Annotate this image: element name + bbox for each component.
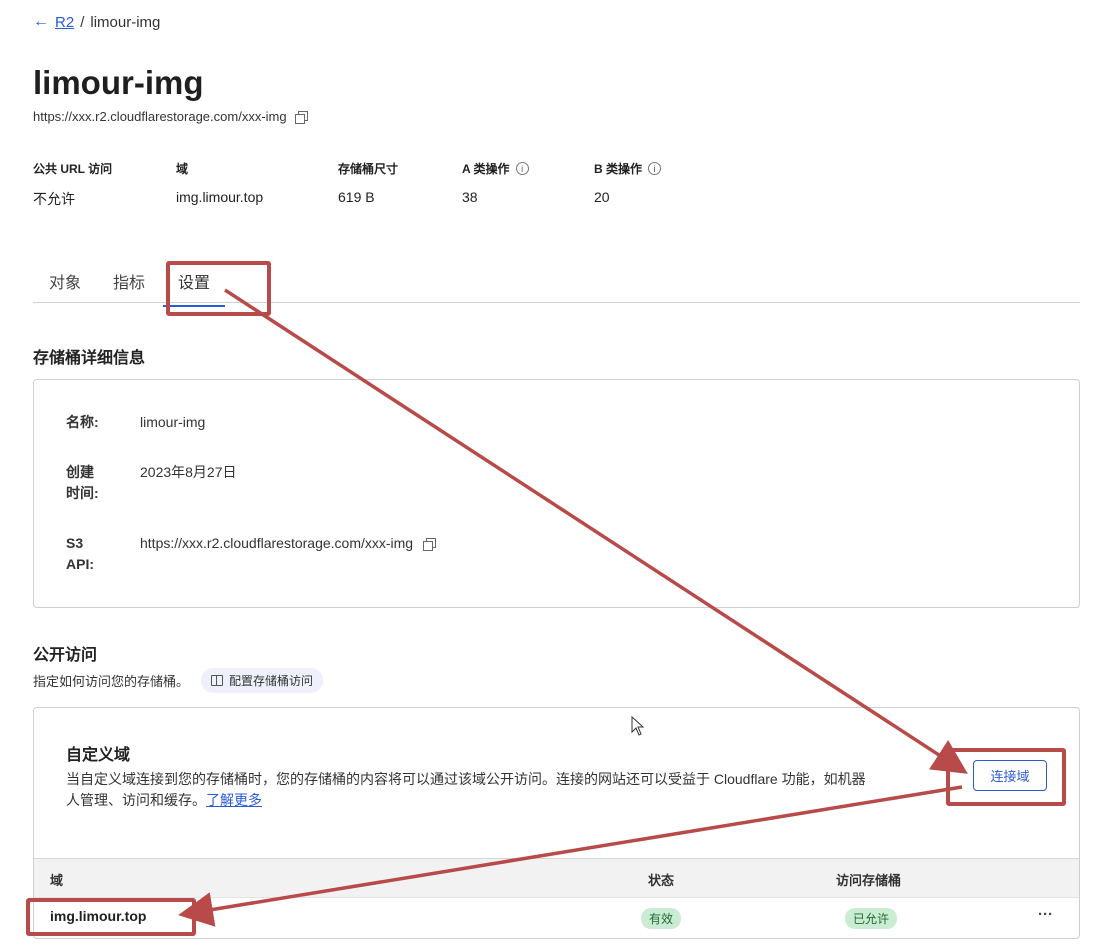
annotation-arrows	[178, 288, 968, 927]
arrow-connect-to-domain	[178, 785, 963, 927]
arrow-settings-to-connect	[224, 288, 968, 774]
